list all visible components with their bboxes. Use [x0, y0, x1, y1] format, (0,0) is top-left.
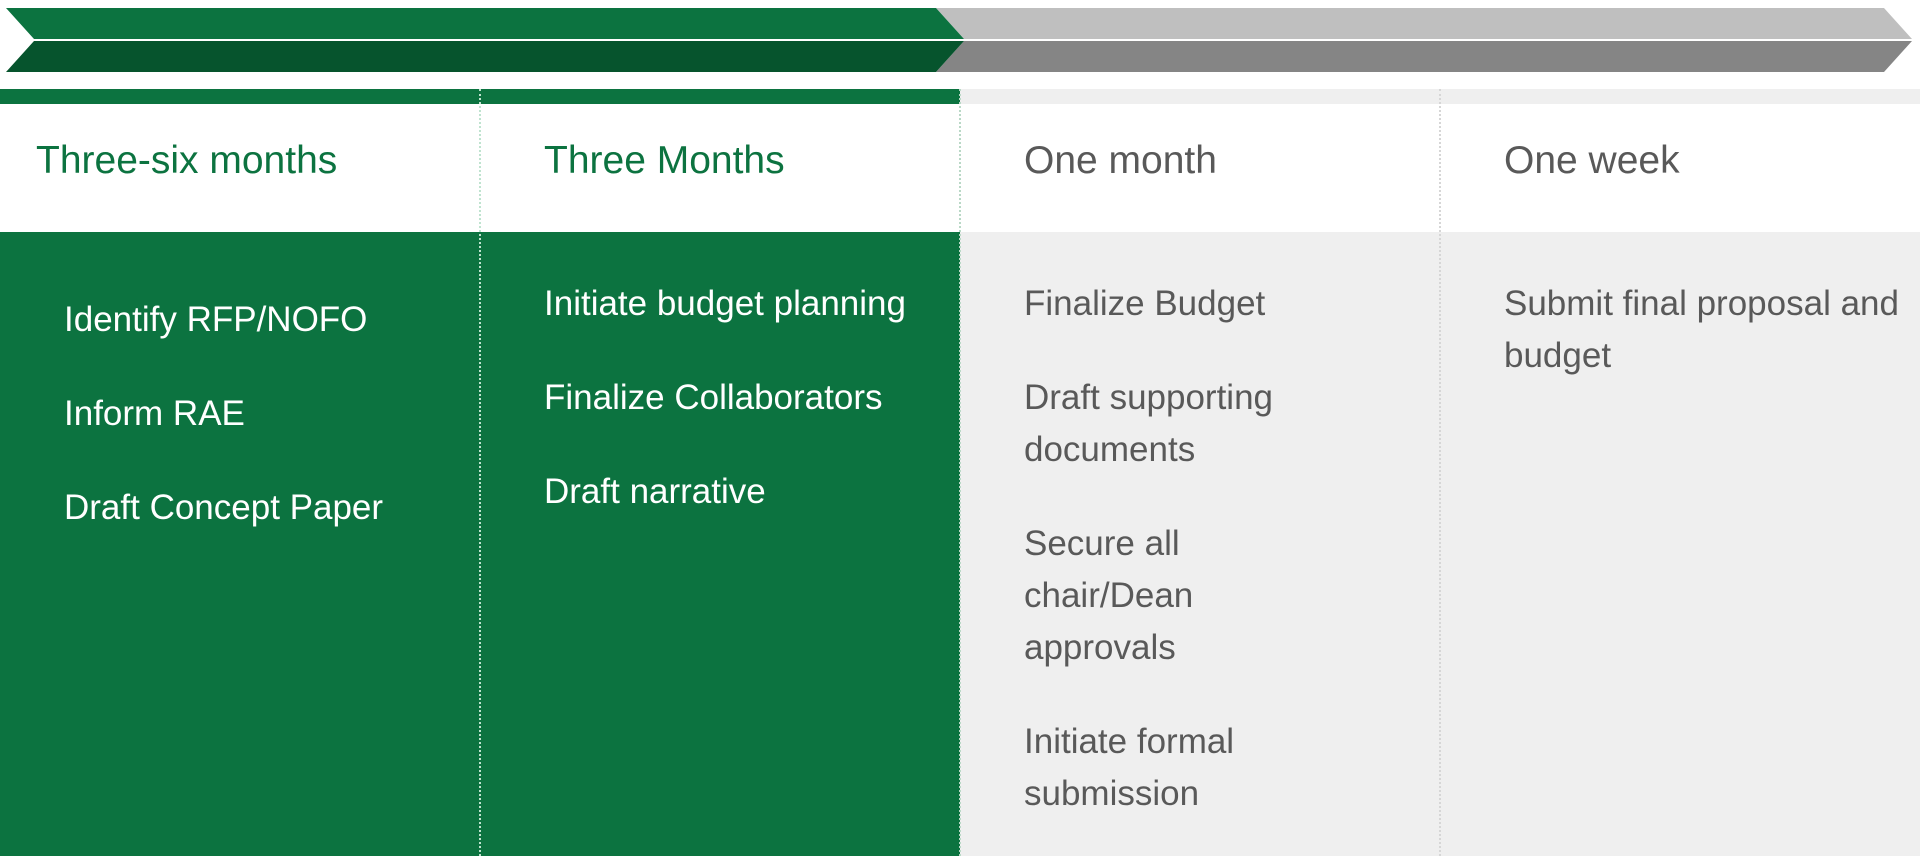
- task-item: Identify RFP/NOFO: [64, 300, 368, 339]
- phase-header: One week: [1440, 104, 1920, 232]
- arrow-remaining-top: [936, 8, 1912, 39]
- arrow-remaining-bottom: [936, 41, 1912, 72]
- phase-header: One month: [960, 104, 1440, 232]
- task-list: Identify RFP/NOFO Inform RAE Draft Conce…: [64, 294, 464, 576]
- phase-header: Three Months: [480, 104, 960, 232]
- phase-tasks-panel: Initiate budget planning Finalize Collab…: [480, 232, 960, 856]
- task-item: Submit final proposal and budget: [1504, 284, 1899, 375]
- column-divider: [479, 89, 481, 856]
- phase-column-three-six-months: Three-six months Identify RFP/NOFO Infor…: [0, 89, 480, 856]
- phase-title: One week: [1504, 139, 1680, 182]
- task-list: Submit final proposal and budget: [1504, 278, 1904, 424]
- phase-bar: [960, 89, 1440, 104]
- task-item: Secure all chair/Dean approvals: [1024, 524, 1194, 667]
- phase-tasks-panel: Identify RFP/NOFO Inform RAE Draft Conce…: [0, 232, 480, 856]
- column-divider: [1439, 89, 1441, 856]
- task-item: Initiate formal submission: [1024, 722, 1235, 813]
- task-item: Finalize Collaborators: [544, 378, 883, 417]
- task-item: Draft narrative: [544, 472, 766, 511]
- phase-bar: [1440, 89, 1920, 104]
- phase-tasks-panel: Finalize Budget Draft supporting documen…: [960, 232, 1440, 856]
- phase-column-three-months: Three Months Initiate budget planning Fi…: [480, 89, 960, 856]
- arrow-progress-bottom: [6, 41, 964, 72]
- task-item: Initiate budget planning: [544, 284, 906, 323]
- column-divider: [959, 89, 961, 856]
- timeline-progress-arrow: [6, 8, 1912, 72]
- phase-tasks-panel: Submit final proposal and budget: [1440, 232, 1920, 856]
- arrow-progress-top: [6, 8, 964, 39]
- phase-title: One month: [1024, 139, 1217, 182]
- phase-header: Three-six months: [0, 104, 480, 232]
- task-list: Initiate budget planning Finalize Collab…: [544, 278, 944, 560]
- phase-title: Three-six months: [36, 139, 338, 182]
- task-item: Finalize Budget: [1024, 284, 1266, 323]
- task-item: Inform RAE: [64, 394, 245, 433]
- phase-bar: [480, 89, 960, 104]
- task-list: Finalize Budget Draft supporting documen…: [1024, 278, 1324, 862]
- task-item: Draft Concept Paper: [64, 488, 384, 527]
- task-item: Draft supporting documents: [1024, 378, 1274, 469]
- phase-title: Three Months: [544, 139, 785, 182]
- phase-bar: [0, 89, 480, 104]
- phase-column-one-month: One month Finalize Budget Draft supporti…: [960, 89, 1440, 856]
- phase-column-one-week: One week Submit final proposal and budge…: [1440, 89, 1920, 856]
